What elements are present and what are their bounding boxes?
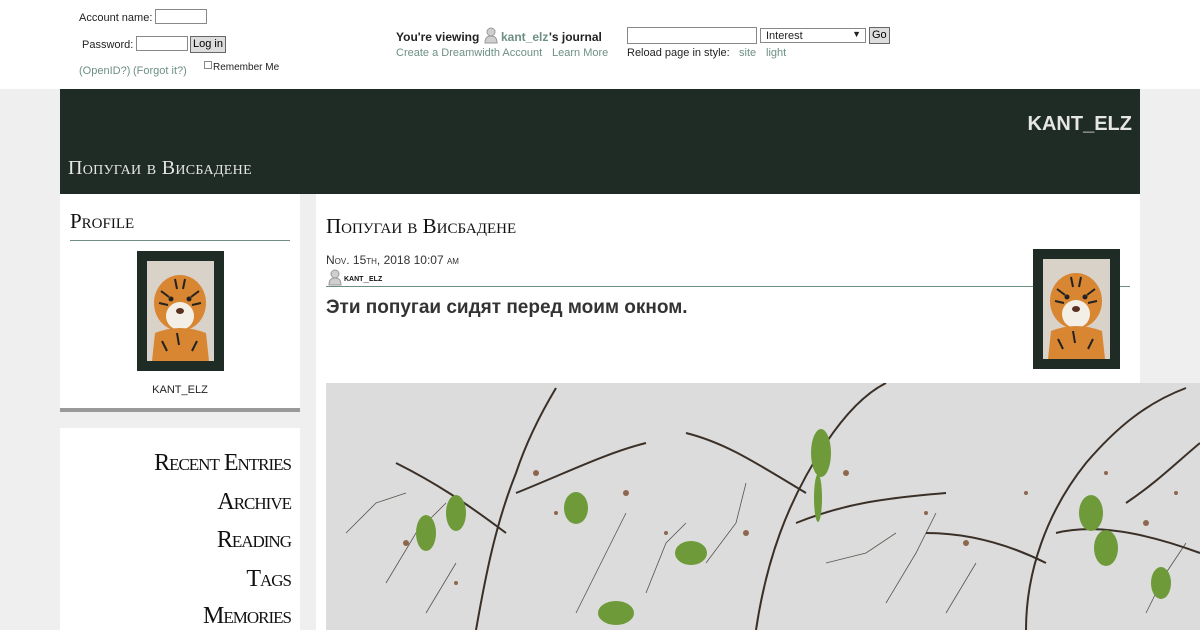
- journal-title: Попугаи в Висбадене: [68, 157, 252, 179]
- learn-more-link[interactable]: Learn More: [552, 47, 608, 59]
- entry-text: Эти попугаи сидят перед моим окном.: [326, 297, 688, 318]
- entry-title[interactable]: Попугаи в Висбадене: [326, 214, 516, 239]
- chevron-down-icon: ▼: [852, 29, 861, 39]
- reload-style-label: Reload page in style:: [627, 47, 730, 59]
- search-type-value: Interest: [766, 30, 803, 42]
- remember-me-checkbox[interactable]: [204, 61, 212, 69]
- profile-divider: [70, 240, 290, 241]
- viewing-prefix: You're viewing: [396, 30, 480, 44]
- journal-header: KANT_ELZ Попугаи в Висбадене: [60, 89, 1140, 194]
- navigation-box: Recent Entries Archive Reading Tags Memo…: [60, 428, 300, 630]
- account-name-label: Account name:: [79, 12, 153, 24]
- forgot-password-link[interactable]: (Forgot it?): [133, 65, 187, 77]
- style-light-link[interactable]: light: [766, 47, 786, 59]
- login-button[interactable]: Log in: [190, 36, 226, 53]
- nav-recent-entries[interactable]: Recent Entries: [154, 450, 292, 477]
- entry-divider: [326, 286, 1130, 287]
- entry-userpic: [1033, 249, 1120, 369]
- viewing-user-link[interactable]: kant_elz: [501, 30, 548, 44]
- account-name-input[interactable]: [155, 9, 207, 24]
- user-icon: [484, 27, 498, 44]
- profile-userpic[interactable]: [137, 251, 224, 371]
- remember-me-label: Remember Me: [213, 62, 280, 73]
- entry-poster-link[interactable]: kant_elz: [344, 273, 382, 284]
- password-label: Password:: [82, 39, 134, 51]
- profile-bottom-border: [60, 408, 300, 412]
- search-type-select[interactable]: Interest ▼: [760, 28, 866, 43]
- nav-tags[interactable]: Tags: [246, 566, 292, 593]
- profile-username[interactable]: KANT_ELZ: [60, 384, 300, 396]
- entry-date[interactable]: Nov. 15th, 2018 10:07 am: [326, 253, 459, 267]
- tiger-icon: [147, 261, 214, 361]
- nav-archive[interactable]: Archive: [217, 489, 292, 516]
- search-go-button[interactable]: Go: [869, 27, 890, 44]
- parrots-photo: [326, 383, 1200, 630]
- viewing-suffix: 's journal: [549, 30, 602, 44]
- profile-box: Profile KANT_ELZ: [60, 194, 300, 408]
- tiger-icon: [1043, 259, 1110, 359]
- password-input[interactable]: [136, 36, 188, 51]
- nav-reading[interactable]: Reading: [217, 527, 292, 554]
- top-bar: Account name: Password: Log in (OpenID?)…: [0, 0, 1200, 89]
- journal-name-link[interactable]: KANT_ELZ: [1028, 113, 1132, 136]
- poster-user-icon: [328, 269, 342, 286]
- create-account-link[interactable]: Create a Dreamwidth Account: [396, 47, 542, 59]
- openid-link[interactable]: (OpenID?): [79, 65, 130, 77]
- nav-memories[interactable]: Memories: [203, 603, 292, 630]
- profile-heading: Profile: [70, 209, 135, 233]
- search-input[interactable]: [627, 27, 757, 44]
- style-site-link[interactable]: site: [739, 47, 756, 59]
